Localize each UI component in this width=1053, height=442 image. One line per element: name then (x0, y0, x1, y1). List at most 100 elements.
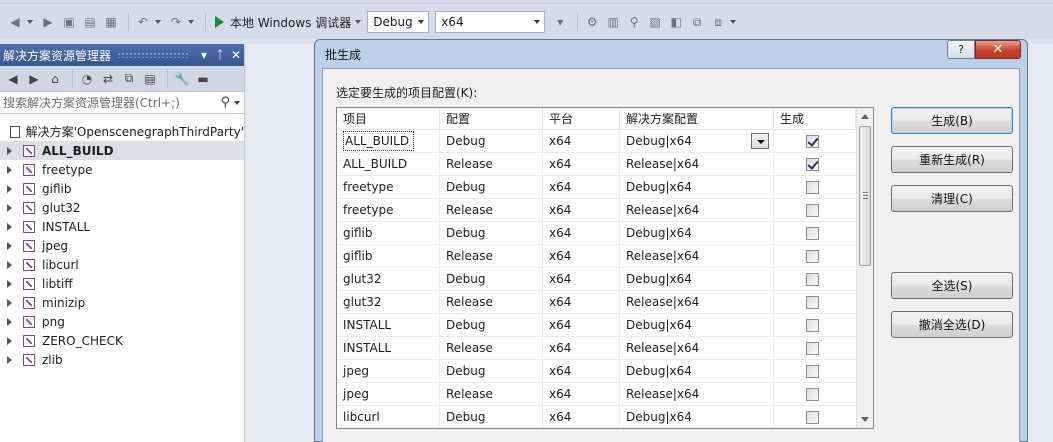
expand-arrow-icon[interactable] (7, 260, 12, 269)
platform-cell[interactable]: x64 (543, 360, 620, 383)
back-icon[interactable]: ◀ (4, 70, 22, 88)
project-cell[interactable]: INSTALL (337, 314, 440, 337)
platform-cell[interactable]: x64 (543, 222, 620, 245)
config-cell[interactable]: Release (440, 383, 543, 406)
close-icon[interactable]: ✕ (228, 48, 244, 62)
window-position-icon[interactable]: ▾ (196, 48, 212, 62)
forward-icon[interactable]: ▶ (39, 13, 57, 31)
solution-config-cell[interactable]: Debug|x64 (620, 176, 774, 199)
solution-node[interactable]: 解决方案'OpenscenegraphThirdParty' (0, 122, 244, 141)
grid-scrollbar[interactable] (856, 108, 873, 428)
auto-hide-pin-icon[interactable]: ᛏ (212, 48, 228, 62)
table-row[interactable]: INSTALL Release x64 Release|x64 (337, 337, 856, 360)
column-header-config[interactable]: 配置 (440, 108, 543, 130)
config-cell[interactable]: Debug (440, 314, 543, 337)
platform-cell[interactable]: x64 (543, 314, 620, 337)
table-row[interactable]: jpeg Release x64 Release|x64 (337, 383, 856, 406)
config-cell[interactable]: Release (440, 153, 543, 176)
home-icon[interactable]: ⌂ (46, 70, 64, 88)
table-row[interactable]: ALL_BUILD Release x64 Release|x64 (337, 153, 856, 176)
build-checkbox[interactable] (806, 273, 819, 286)
table-row[interactable]: giflib Debug x64 Debug|x64 (337, 222, 856, 245)
project-node[interactable]: zlib (0, 350, 244, 369)
table-row[interactable]: libcurl Debug x64 Debug|x64 (337, 406, 856, 428)
column-header-solution-config[interactable]: 解决方案配置 (620, 108, 774, 130)
toolbox-icon[interactable]: ⧉ (688, 13, 706, 31)
project-node[interactable]: glut32 (0, 198, 244, 217)
project-cell[interactable]: jpeg (337, 383, 440, 406)
find-symbol-icon[interactable]: ⚲ (625, 13, 643, 31)
project-cell[interactable]: jpeg (337, 360, 440, 383)
config-cell[interactable]: Release (440, 245, 543, 268)
expand-arrow-icon[interactable] (7, 241, 12, 250)
project-node[interactable]: freetype (0, 160, 244, 179)
rebuild-button[interactable]: 重新生成(R) (891, 146, 1013, 173)
build-button[interactable]: 生成(B) (891, 107, 1013, 134)
column-header-build[interactable]: 生成 (774, 108, 856, 130)
clean-button[interactable]: 清理(C) (891, 185, 1013, 212)
object-browser-icon[interactable]: ◧ (667, 13, 685, 31)
table-row[interactable]: glut32 Release x64 Release|x64 (337, 291, 856, 314)
chevron-down-icon[interactable] (188, 20, 194, 24)
build-checkbox[interactable] (806, 227, 819, 240)
project-cell[interactable]: glut32 (337, 268, 440, 291)
project-node[interactable]: jpeg (0, 236, 244, 255)
project-node[interactable]: INSTALL (0, 217, 244, 236)
project-node[interactable]: giflib (0, 179, 244, 198)
solution-config-cell[interactable]: Release|x64 (620, 153, 774, 176)
scroll-down-icon[interactable] (861, 417, 869, 422)
table-row[interactable]: glut32 Debug x64 Debug|x64 (337, 268, 856, 291)
solution-config-select[interactable]: Debug (367, 11, 430, 33)
platform-cell[interactable]: x64 (543, 130, 620, 153)
solution-config-cell[interactable]: Debug|x64 (620, 314, 774, 337)
toolbar-overflow-icon[interactable]: ▾ (551, 13, 569, 31)
table-row[interactable]: INSTALL Debug x64 Debug|x64 (337, 314, 856, 337)
platform-cell[interactable]: x64 (543, 153, 620, 176)
scroll-thumb[interactable] (859, 126, 871, 266)
new-project-icon[interactable]: ▣ (60, 13, 78, 31)
table-row[interactable]: ALL_BUILD Debug x64 Debug|x64 (337, 130, 856, 153)
config-cell[interactable]: Debug (440, 268, 543, 291)
project-cell[interactable]: freetype (337, 199, 440, 222)
project-cell[interactable]: INSTALL (337, 337, 440, 360)
build-checkbox[interactable] (806, 250, 819, 263)
project-cell[interactable]: ALL_BUILD (337, 130, 440, 153)
build-checkbox[interactable] (806, 158, 819, 171)
project-node[interactable]: ALL_BUILD (0, 141, 244, 160)
expand-arrow-icon[interactable] (7, 336, 12, 345)
project-cell[interactable]: freetype (337, 176, 440, 199)
project-node[interactable]: libcurl (0, 255, 244, 274)
scroll-up-icon[interactable] (861, 114, 869, 119)
platform-cell[interactable]: x64 (543, 268, 620, 291)
solution-explorer-icon[interactable]: ▥ (604, 13, 622, 31)
config-cell[interactable]: Debug (440, 222, 543, 245)
solution-platform-select[interactable]: x64 (435, 11, 546, 33)
solution-config-cell[interactable]: Release|x64 (620, 291, 774, 314)
help-button[interactable]: ? (947, 40, 975, 59)
expand-arrow-icon[interactable] (7, 317, 12, 326)
project-node[interactable]: minizip (0, 293, 244, 312)
config-cell[interactable]: Release (440, 337, 543, 360)
expand-arrow-icon[interactable] (7, 165, 12, 174)
table-row[interactable]: freetype Debug x64 Debug|x64 (337, 176, 856, 199)
config-cell[interactable]: Release (440, 199, 543, 222)
chevron-down-icon[interactable] (234, 101, 240, 105)
config-cell[interactable]: Debug (440, 130, 543, 153)
project-node[interactable]: png (0, 312, 244, 331)
project-cell[interactable]: libcurl (337, 406, 440, 428)
platform-cell[interactable]: x64 (543, 245, 620, 268)
project-node[interactable]: ZERO_CHECK (0, 331, 244, 350)
solution-config-cell[interactable]: Debug|x64 (620, 360, 774, 383)
build-checkbox[interactable] (806, 181, 819, 194)
redo-icon[interactable]: ↷ (167, 13, 185, 31)
search-icon[interactable]: ⚲ (220, 95, 230, 110)
properties-icon[interactable]: ▧ (646, 13, 664, 31)
build-checkbox[interactable] (806, 411, 819, 424)
platform-cell[interactable]: x64 (543, 199, 620, 222)
build-checkbox[interactable] (806, 388, 819, 401)
solution-config-cell[interactable]: Release|x64 (620, 383, 774, 406)
expand-arrow-icon[interactable] (7, 184, 12, 193)
select-all-button[interactable]: 全选(S) (891, 272, 1013, 299)
properties-wrench-icon[interactable]: 🔧 (173, 70, 191, 88)
build-checkbox[interactable] (806, 342, 819, 355)
